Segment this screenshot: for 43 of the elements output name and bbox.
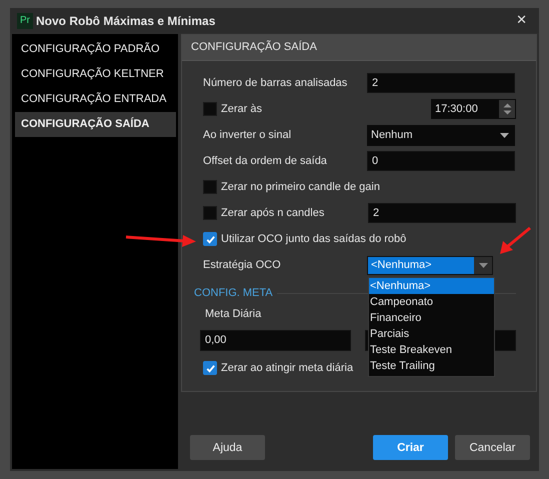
field-label: Ao inverter o sinal	[203, 129, 292, 141]
sidebar-item[interactable]: CONFIGURAÇÃO KELTNER	[15, 62, 176, 87]
dropdown-option[interactable]: Teste Breakeven	[369, 342, 494, 358]
field-label: Offset da ordem de saída	[203, 155, 328, 167]
dropdown-option[interactable]: Parciais	[369, 326, 494, 342]
checkbox[interactable]	[203, 102, 217, 116]
checkbox-label: Zerar às	[221, 103, 262, 115]
sidebar-item[interactable]: CONFIGURAÇÃO SAÍDA	[15, 112, 176, 137]
field-label: Número de barras analisadas	[203, 77, 348, 89]
dropdown[interactable]: Nenhum	[367, 124, 515, 146]
input-field[interactable]: 0	[367, 151, 515, 171]
time-spinner[interactable]: 17:30:00	[431, 99, 516, 119]
sidebar-item[interactable]: CONFIGURAÇÃO PADRÃO	[15, 37, 176, 62]
sidebar-item[interactable]: CONFIGURAÇÃO ENTRADA	[15, 87, 176, 112]
checkbox-label: Zerar no primeiro candle de gain	[221, 181, 380, 193]
caret-icon	[500, 132, 509, 138]
checkbox[interactable]	[203, 232, 217, 246]
checkbox[interactable]	[203, 361, 217, 375]
input-field[interactable]: 0,00	[200, 330, 351, 351]
section-title: CONFIG. META	[194, 287, 273, 299]
dropdown-option[interactable]: Campeonato	[369, 294, 494, 310]
checkbox[interactable]	[203, 206, 217, 220]
close-button[interactable]: ✕	[512, 13, 531, 28]
checkbox[interactable]	[203, 180, 217, 194]
field-label: Estratégia OCO	[203, 259, 282, 271]
field-label: Meta Diária	[205, 308, 262, 322]
input-field[interactable]: 2	[367, 73, 515, 93]
input-field[interactable]: 2	[368, 203, 516, 223]
arrow-icon	[125, 232, 197, 248]
dialog-button[interactable]: Ajuda	[190, 435, 265, 460]
window-title: Novo Robô Máximas e Mínimas	[36, 14, 216, 28]
app-icon: Pr	[17, 12, 33, 28]
panel-title: CONFIGURAÇÃO SAÍDA	[182, 35, 536, 60]
dropdown-option[interactable]: Financeiro	[369, 310, 494, 326]
checkbox-label: Zerar após n candles	[221, 207, 324, 219]
dropdown-option[interactable]: Teste Trailing	[369, 358, 494, 374]
checkbox-label: Zerar ao atingir meta diária	[221, 362, 354, 374]
dropdown-option[interactable]: <Nenhuma>	[369, 278, 494, 294]
spin-arrows-icon[interactable]	[502, 102, 512, 116]
dialog-button[interactable]: Cancelar	[455, 435, 530, 460]
arrow-icon	[498, 226, 532, 256]
checkbox-label: Utilizar OCO junto das saídas do robô	[221, 233, 406, 245]
caret-icon	[478, 262, 488, 268]
